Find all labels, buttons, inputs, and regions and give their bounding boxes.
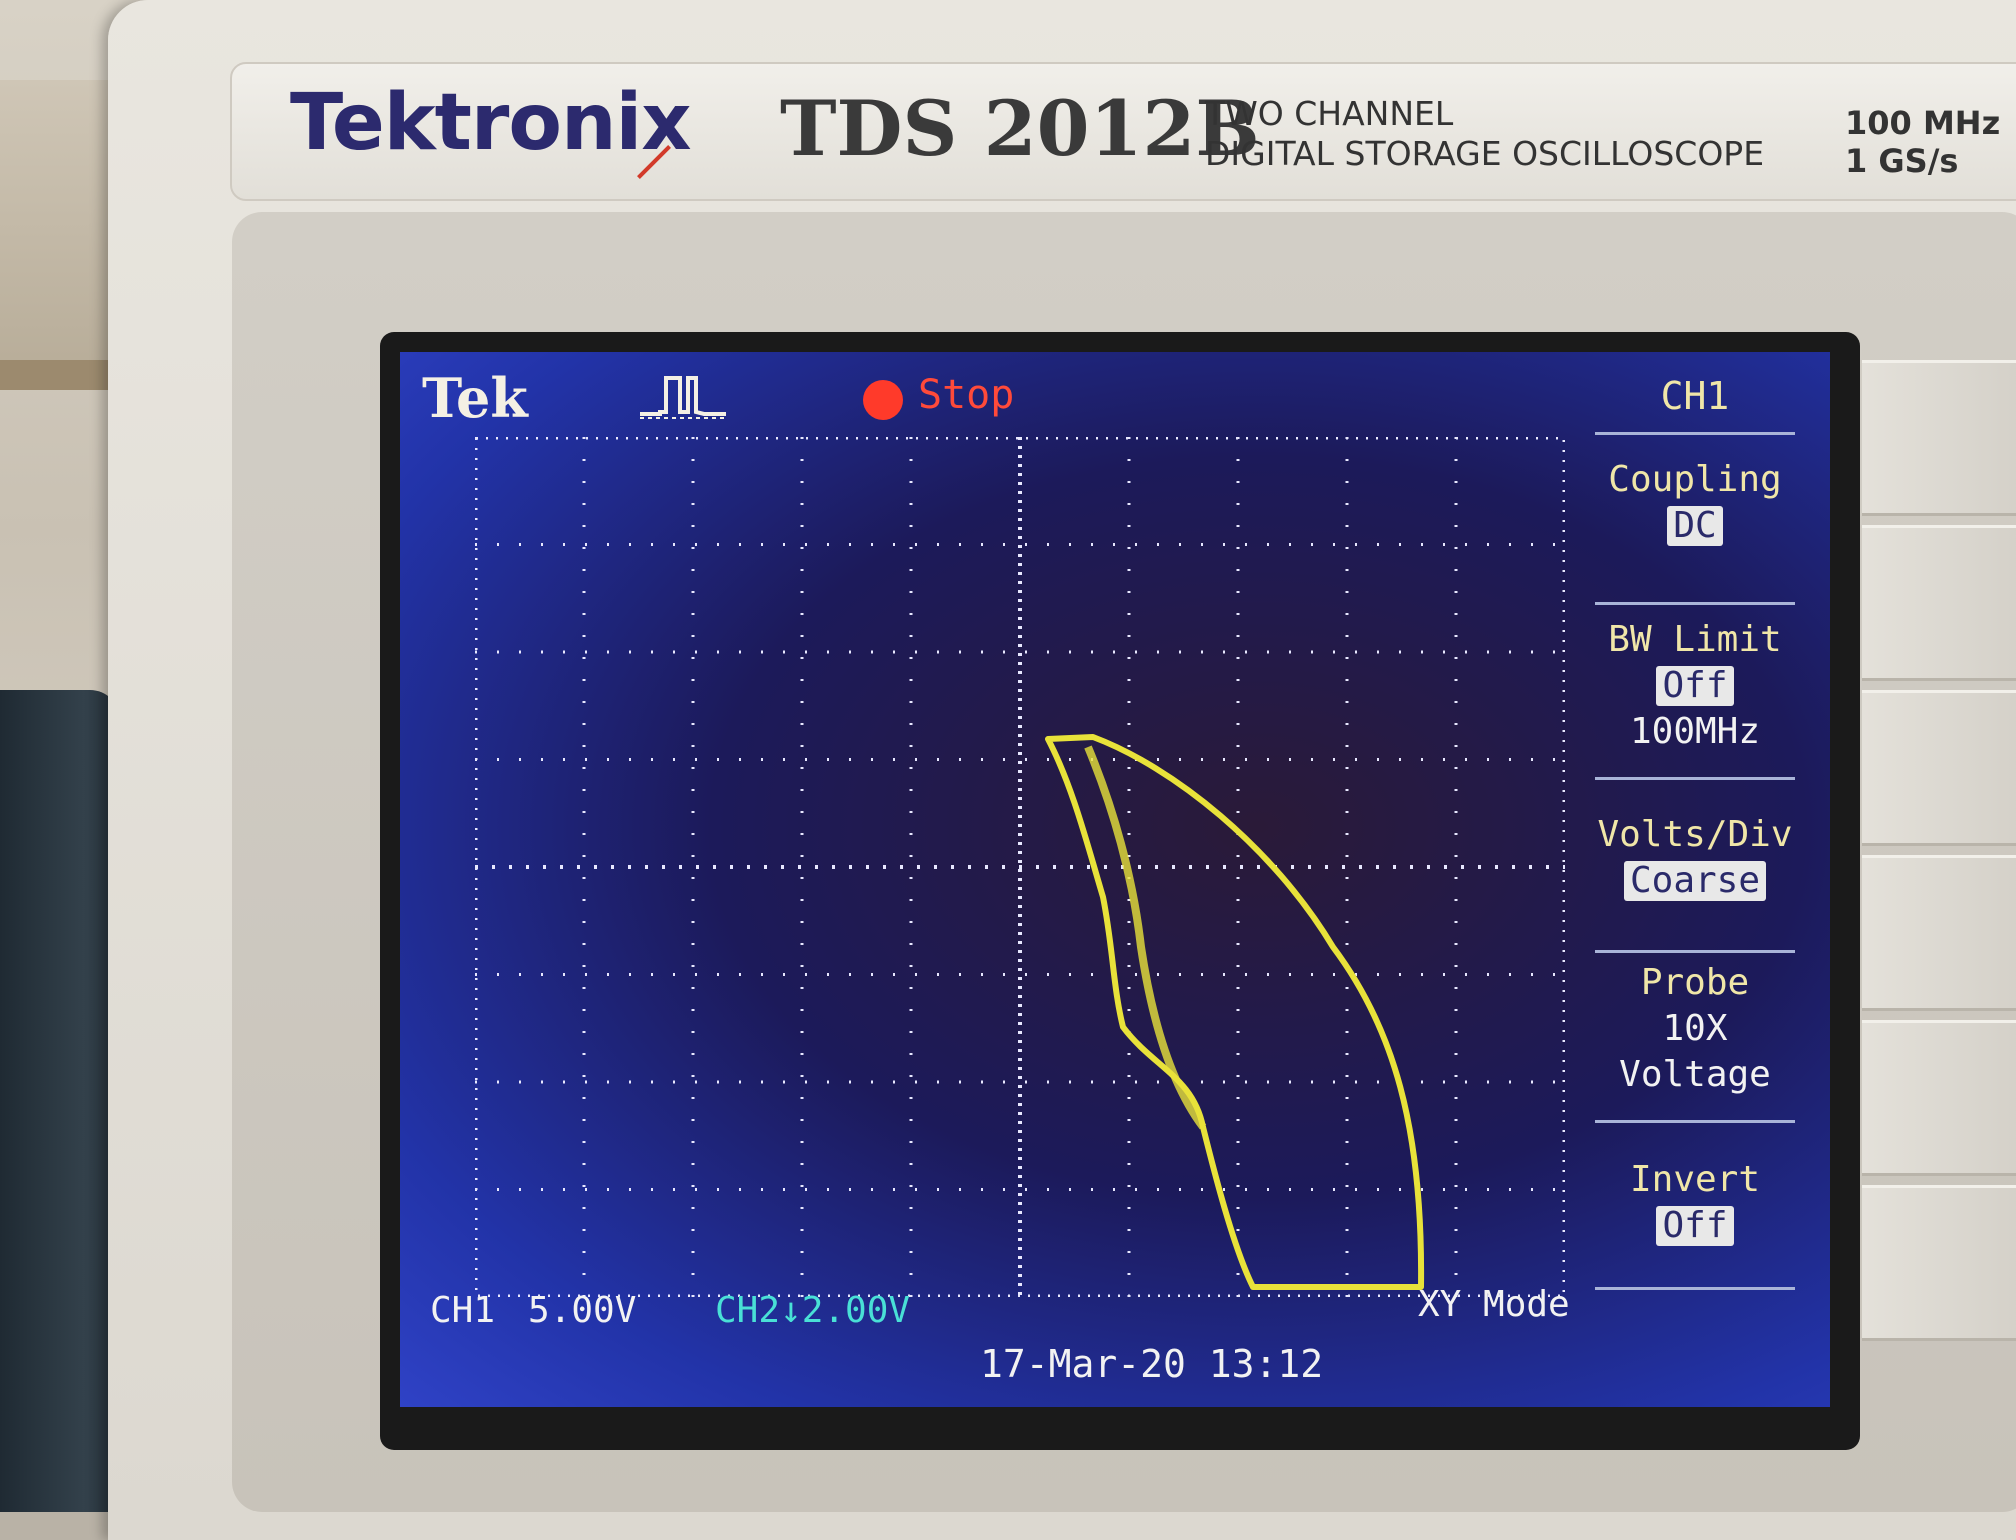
menu-item-probe[interactable]: Probe 10X Voltage (1585, 960, 1805, 1098)
menu-item-coupling[interactable]: Coupling DC (1585, 457, 1805, 549)
menu-divider (1595, 602, 1795, 605)
stop-indicator-icon (863, 380, 903, 420)
menu-divider (1595, 950, 1795, 953)
menu-item-value: DC (1667, 506, 1723, 546)
menu-title: CH1 (1660, 374, 1730, 418)
ch1-scale: 5.00V (528, 1290, 637, 1331)
menu-item-extra: Voltage (1619, 1054, 1771, 1095)
menu-divider (1595, 432, 1795, 435)
menu-divider (1595, 1287, 1795, 1290)
model-description-line1: TWO CHANNEL (1205, 94, 1454, 133)
acquisition-state: Stop (918, 372, 1015, 418)
tek-screen-logo: Tek (422, 366, 528, 430)
menu-item-value: 10X (1662, 1008, 1728, 1049)
xy-trace (1045, 734, 1425, 1290)
oscilloscope-screen: Tek Stop CH1 5.00V CH2↓2.00V XY Mode 17-… (400, 352, 1830, 1407)
ch1-side-menu: CH1 Coupling DC BW Limit Off 100MHz Volt… (1585, 352, 1830, 1407)
menu-divider (1595, 777, 1795, 780)
softkey-1[interactable] (1862, 360, 2016, 516)
adjacent-device (0, 690, 120, 1512)
softkey-6[interactable] (1862, 1185, 2016, 1341)
menu-item-value: Coarse (1623, 861, 1767, 901)
softkey-3[interactable] (1862, 690, 2016, 846)
model-description-line2: DIGITAL STORAGE OSCILLOSCOPE (1205, 134, 1765, 173)
xy-trace-thick-segment (1084, 745, 1207, 1130)
display-mode: XY Mode (1418, 1284, 1570, 1325)
ch1-label: CH1 (430, 1290, 496, 1331)
softkey-4[interactable] (1862, 855, 2016, 1011)
menu-item-volts-div[interactable]: Volts/Div Coarse (1585, 812, 1805, 904)
spec-bandwidth: 100 MHz (1845, 104, 2001, 142)
menu-item-extra: 100MHz (1629, 711, 1761, 752)
background-shelf-edge (0, 360, 110, 390)
softkey-2[interactable] (1862, 525, 2016, 681)
menu-item-value: Off (1656, 666, 1734, 706)
menu-item-bw-limit[interactable]: BW Limit Off 100MHz (1585, 617, 1805, 755)
menu-divider (1595, 1120, 1795, 1123)
timestamp: 17-Mar-20 13:12 (980, 1342, 1324, 1386)
menu-item-label: Invert (1629, 1159, 1761, 1200)
spec-sample-rate: 1 GS/s (1845, 142, 1959, 180)
background-shelf (0, 80, 110, 370)
trigger-waveform-icon (640, 376, 726, 419)
brand-logo: Tektronix (290, 78, 692, 168)
ch2-readout: CH2↓2.00V (715, 1290, 911, 1331)
menu-item-value: Off (1656, 1206, 1734, 1246)
menu-item-label: Probe (1640, 962, 1750, 1003)
menu-item-label: Coupling (1608, 459, 1782, 500)
menu-item-label: Volts/Div (1597, 814, 1793, 855)
softkey-5[interactable] (1862, 1020, 2016, 1176)
model-number: TDS 2012B (780, 84, 1260, 173)
waveform-graticule (475, 437, 1565, 1297)
menu-item-invert[interactable]: Invert Off (1585, 1157, 1805, 1249)
menu-item-label: BW Limit (1608, 619, 1782, 660)
